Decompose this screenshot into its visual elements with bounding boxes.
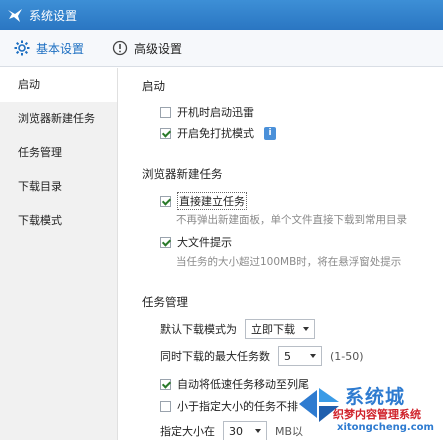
- auto-move-option[interactable]: 自动将低速任务移动至列尾: [160, 376, 309, 392]
- small-task-checkbox[interactable]: [160, 400, 171, 412]
- watermark: 系统城 织梦内容管理系统 xitongcheng.com: [293, 378, 443, 440]
- size-select[interactable]: 30: [223, 421, 267, 440]
- default-mode-label: 默认下载模式为: [160, 323, 237, 336]
- nodisturb-label: 开启免打扰模式: [177, 127, 254, 140]
- direct-task-option[interactable]: 直接建立任务: [160, 192, 247, 210]
- section-title-startup: 启动: [142, 79, 165, 93]
- chevron-down-icon: [303, 327, 309, 331]
- section-title-task-management: 任务管理: [142, 295, 188, 309]
- bigfile-label: 大文件提示: [177, 236, 232, 249]
- sidebar-item-browser-new-task[interactable]: 浏览器新建任务: [0, 102, 117, 136]
- max-tasks-label: 同时下载的最大任务数: [160, 350, 270, 363]
- max-tasks-row: 同时下载的最大任务数 5 (1-50): [160, 346, 364, 366]
- sidebar-item-download-mode[interactable]: 下载模式: [0, 204, 117, 238]
- tab-basic-settings[interactable]: 基本设置: [0, 30, 98, 67]
- sidebar-item-download-directory[interactable]: 下载目录: [0, 170, 117, 204]
- watermark-subtitle: 织梦内容管理系统: [333, 408, 421, 421]
- sidebar-item-startup[interactable]: 启动: [0, 68, 117, 102]
- bigfile-checkbox[interactable]: [160, 236, 171, 248]
- info-icon[interactable]: i: [264, 126, 276, 140]
- default-mode-select[interactable]: 立即下载: [245, 319, 315, 339]
- bigfile-option[interactable]: 大文件提示: [160, 234, 232, 250]
- small-task-option[interactable]: 小于指定大小的任务不排: [160, 398, 298, 414]
- default-mode-value: 立即下载: [251, 323, 295, 336]
- settings-tabs: 基本设置 高级设置: [0, 30, 443, 67]
- settings-sidebar: 启动 浏览器新建任务 任务管理 下载目录 下载模式: [0, 68, 118, 440]
- tab-basic-settings-label: 基本设置: [36, 41, 85, 56]
- autostart-checkbox[interactable]: [160, 106, 171, 118]
- direct-task-checkbox[interactable]: [160, 195, 171, 207]
- max-tasks-select[interactable]: 5: [278, 346, 322, 366]
- nodisturb-option[interactable]: 开启免打扰模式 i: [160, 125, 276, 141]
- window-title: 系统设置: [29, 8, 78, 23]
- max-tasks-value: 5: [284, 349, 291, 363]
- autostart-option[interactable]: 开机时启动迅雷: [160, 104, 254, 120]
- tab-advanced-settings[interactable]: 高级设置: [98, 30, 196, 67]
- watermark-url: xitongcheng.com: [337, 422, 434, 433]
- size-label: 指定大小在: [160, 425, 215, 438]
- size-value: 30: [229, 424, 243, 438]
- nodisturb-checkbox[interactable]: [160, 127, 171, 139]
- size-row: 指定大小在 30 MB以: [160, 421, 303, 440]
- watermark-brand: 系统城: [345, 386, 406, 408]
- direct-task-label: 直接建立任务: [177, 192, 247, 210]
- chevron-down-icon: [310, 354, 316, 358]
- title-bar: 系统设置: [0, 0, 443, 30]
- thunder-bird-logo-icon: [8, 9, 22, 22]
- default-mode-row: 默认下载模式为 立即下载: [160, 319, 315, 339]
- exclamation-circle-icon: [112, 40, 128, 56]
- bigfile-description: 当任务的大小超过100MB时，将在悬浮窗处提示: [176, 256, 402, 268]
- autostart-label: 开机时启动迅雷: [177, 106, 254, 119]
- section-title-browser: 浏览器新建任务: [142, 167, 223, 181]
- chevron-down-icon: [255, 429, 261, 433]
- sidebar-item-task-management[interactable]: 任务管理: [0, 136, 117, 170]
- auto-move-label: 自动将低速任务移动至列尾: [177, 378, 309, 391]
- direct-task-description: 不再弹出新建面板，单个文件直接下载到常用目录: [176, 214, 407, 226]
- tab-advanced-settings-label: 高级设置: [134, 41, 183, 56]
- max-tasks-hint: (1-50): [330, 349, 364, 363]
- gear-icon: [14, 40, 30, 56]
- small-task-label: 小于指定大小的任务不排: [177, 400, 298, 413]
- auto-move-checkbox[interactable]: [160, 378, 171, 390]
